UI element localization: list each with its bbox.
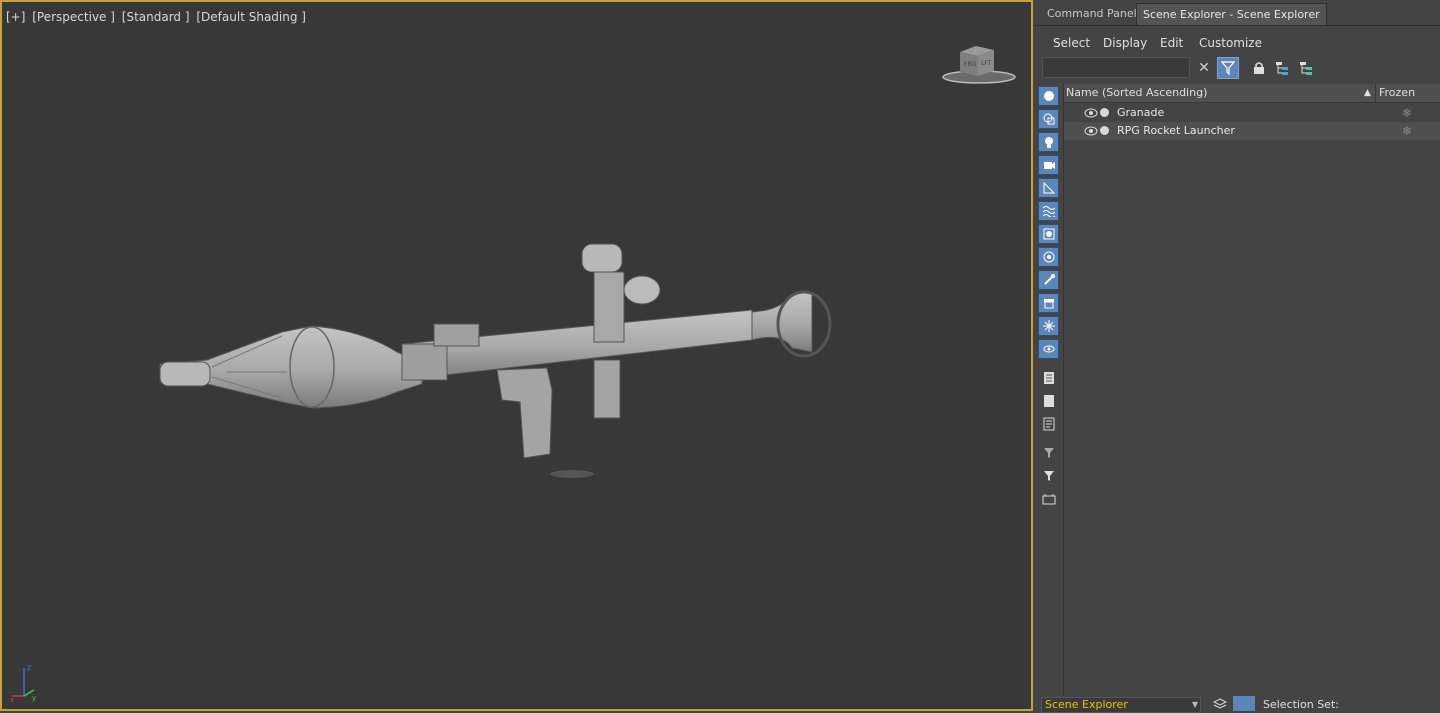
display-lights-icon[interactable] — [1038, 132, 1059, 152]
tab-command-panel[interactable]: Command Panel — [1041, 3, 1143, 24]
display-helpers-icon[interactable] — [1038, 178, 1059, 198]
display-geometry-icon[interactable] — [1038, 86, 1059, 106]
tab-scene-explorer[interactable]: Scene Explorer - Scene Explorer — [1136, 3, 1327, 25]
selection-toggle-icon[interactable] — [1038, 489, 1059, 509]
visibility-eye-icon[interactable] — [1084, 125, 1098, 137]
column-name-header[interactable]: Name (Sorted Ascending) — [1066, 84, 1207, 102]
axis-y-label: y — [32, 694, 36, 702]
menu-select[interactable]: Select — [1053, 32, 1090, 54]
scene-explorer-bottom-bar: Scene Explorer ▼ Selection Set: — [1035, 696, 1440, 713]
menu-customize[interactable]: Customize — [1199, 32, 1262, 54]
column-frozen-header[interactable]: Frozen — [1375, 84, 1439, 102]
sort-ascending-icon[interactable]: ▲ — [1364, 84, 1371, 102]
display-groups-icon[interactable] — [1038, 224, 1059, 244]
display-cameras-icon[interactable] — [1038, 155, 1059, 175]
scene-explorer-toolbar: ✕ — [1035, 56, 1440, 82]
explorer-select-value: Scene Explorer — [1045, 698, 1128, 711]
renderable-dot-icon[interactable] — [1100, 126, 1109, 135]
layers-icon[interactable] — [1213, 698, 1227, 710]
hierarchy-icon[interactable] — [1271, 57, 1293, 79]
perspective-viewport[interactable]: [+] [Perspective ] [Standard ] [Default … — [0, 0, 1033, 711]
lock-icon[interactable] — [1248, 57, 1270, 79]
display-shapes-icon[interactable] — [1038, 109, 1059, 129]
visibility-eye-icon[interactable] — [1084, 107, 1098, 119]
viewcube-front-face: FRO — [964, 61, 977, 68]
display-containers-icon[interactable] — [1038, 293, 1059, 313]
display-frozen-icon[interactable] — [1038, 316, 1059, 336]
object-name[interactable]: RPG Rocket Launcher — [1117, 122, 1235, 140]
viewport-plus-menu[interactable]: [+] — [6, 10, 25, 24]
scene-explorer-menubar: Select Display Edit Customize — [1035, 32, 1440, 54]
clear-search-icon[interactable]: ✕ — [1193, 57, 1215, 79]
axis-tripod-icon: z x y — [10, 663, 36, 702]
object-name[interactable]: Granade — [1117, 104, 1164, 122]
display-hidden-icon[interactable] — [1038, 339, 1059, 359]
viewport-shading-label[interactable]: [Default Shading ] — [196, 10, 306, 24]
panel-tabs: Command Panel Scene Explorer - Scene Exp… — [1035, 0, 1440, 26]
list-item[interactable]: Granade ❄ — [1064, 104, 1440, 122]
viewport-label-menu[interactable]: [+] [Perspective ] [Standard ] [Default … — [6, 10, 309, 24]
selection-set-label: Selection Set: — [1263, 698, 1339, 711]
display-none-icon[interactable] — [1038, 391, 1059, 411]
viewcube-icon[interactable]: FRO LFT — [942, 44, 1016, 88]
filter-sidebar — [1035, 84, 1062, 696]
display-xrefs-icon[interactable] — [1038, 247, 1059, 267]
display-all-icon[interactable] — [1038, 368, 1059, 388]
axis-x-label: x — [10, 696, 14, 702]
list-item[interactable]: RPG Rocket Launcher ❄ — [1064, 122, 1440, 140]
filter-toggle-icon[interactable] — [1217, 57, 1239, 79]
viewcube-left-face: LFT — [981, 60, 992, 67]
menu-edit[interactable]: Edit — [1160, 32, 1183, 54]
frozen-snowflake-icon[interactable]: ❄ — [1402, 122, 1412, 140]
chevron-down-icon: ▼ — [1192, 700, 1199, 709]
display-invert-icon[interactable] — [1038, 414, 1059, 434]
scene-explorer-panel: Command Panel Scene Explorer - Scene Exp… — [1035, 0, 1440, 713]
filter-settings-icon[interactable] — [1038, 443, 1059, 463]
display-spacewarps-icon[interactable] — [1038, 201, 1059, 221]
scene-object-list: Name (Sorted Ascending) ▲ Frozen Granade… — [1063, 84, 1440, 696]
hierarchy-mode-button[interactable] — [1233, 696, 1255, 711]
axis-z-label: z — [27, 663, 31, 672]
display-bones-icon[interactable] — [1038, 270, 1059, 290]
menu-display[interactable]: Display — [1103, 32, 1147, 54]
viewport-standard-label[interactable]: [Standard ] — [122, 10, 190, 24]
search-input[interactable] — [1042, 57, 1190, 78]
renderable-dot-icon[interactable] — [1100, 108, 1109, 117]
layer-hierarchy-icon[interactable] — [1295, 57, 1317, 79]
rpg-launcher-model[interactable] — [152, 232, 842, 482]
filter-icon[interactable] — [1038, 466, 1059, 486]
frozen-snowflake-icon[interactable]: ❄ — [1402, 104, 1412, 122]
list-header: Name (Sorted Ascending) ▲ Frozen — [1064, 84, 1440, 103]
viewport-pov-label[interactable]: [Perspective ] — [32, 10, 115, 24]
